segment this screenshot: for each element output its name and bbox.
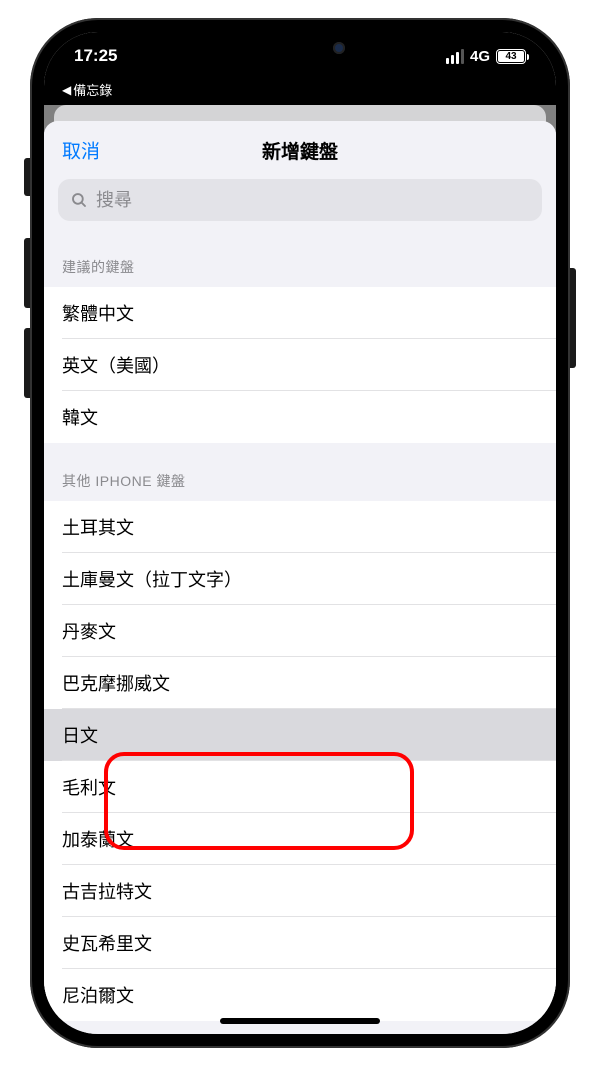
list-item[interactable]: 古吉拉特文 <box>44 865 556 917</box>
list-item[interactable]: 尼泊爾文 <box>44 969 556 1021</box>
volume-up-button <box>24 238 30 308</box>
section-header-suggested: 建議的鍵盤 <box>44 229 556 287</box>
search-icon <box>70 191 88 209</box>
notch <box>185 32 415 66</box>
keyboard-list-scroll[interactable]: 建議的鍵盤 繁體中文 英文（美國） 韓文 其他 IPHONE 鍵盤 土耳其文 土… <box>44 229 556 1034</box>
list-item[interactable]: 史瓦希里文 <box>44 917 556 969</box>
cellular-signal-icon <box>446 49 464 64</box>
chevron-left-icon: ◀ <box>62 83 71 97</box>
modal-sheet: 取消 新增鍵盤 建議的鍵盤 繁體中文 英文（美國） <box>44 121 556 1034</box>
list-item[interactable]: 土庫曼文（拉丁文字） <box>44 553 556 605</box>
battery-percent: 43 <box>505 51 516 62</box>
battery-icon: 43 <box>496 49 526 64</box>
search-input[interactable] <box>96 190 530 211</box>
sheet-area: 取消 新增鍵盤 建議的鍵盤 繁體中文 英文（美國） <box>44 105 556 1034</box>
phone-frame: 17:25 4G 43 ◀ 備忘錄 取消 新增鍵盤 <box>30 18 570 1048</box>
mute-switch <box>24 158 30 196</box>
breadcrumb-label: 備忘錄 <box>73 80 112 99</box>
power-button <box>570 268 576 368</box>
list-item[interactable]: 毛利文 <box>44 761 556 813</box>
list-item[interactable]: 韓文 <box>44 391 556 443</box>
list-item-japanese[interactable]: 日文 <box>44 709 556 761</box>
search-field[interactable] <box>58 179 542 221</box>
home-indicator[interactable] <box>220 1018 380 1024</box>
sheet-title: 新增鍵盤 <box>262 137 338 164</box>
sheet-header: 取消 新增鍵盤 <box>44 121 556 179</box>
list-item[interactable]: 巴克摩挪威文 <box>44 657 556 709</box>
other-list: 土耳其文 土庫曼文（拉丁文字） 丹麥文 巴克摩挪威文 日文 毛利文 加泰蘭文 古… <box>44 501 556 1021</box>
list-item[interactable]: 加泰蘭文 <box>44 813 556 865</box>
list-item[interactable]: 土耳其文 <box>44 501 556 553</box>
list-item[interactable]: 繁體中文 <box>44 287 556 339</box>
section-header-other: 其他 IPHONE 鍵盤 <box>44 443 556 501</box>
status-time: 17:25 <box>74 46 117 66</box>
breadcrumb[interactable]: ◀ 備忘錄 <box>44 80 556 105</box>
cancel-button[interactable]: 取消 <box>62 137 100 164</box>
list-item[interactable]: 丹麥文 <box>44 605 556 657</box>
suggested-list: 繁體中文 英文（美國） 韓文 <box>44 287 556 443</box>
network-label: 4G <box>470 48 490 65</box>
list-item[interactable]: 英文（美國） <box>44 339 556 391</box>
screen: 17:25 4G 43 ◀ 備忘錄 取消 新增鍵盤 <box>44 32 556 1034</box>
volume-down-button <box>24 328 30 398</box>
